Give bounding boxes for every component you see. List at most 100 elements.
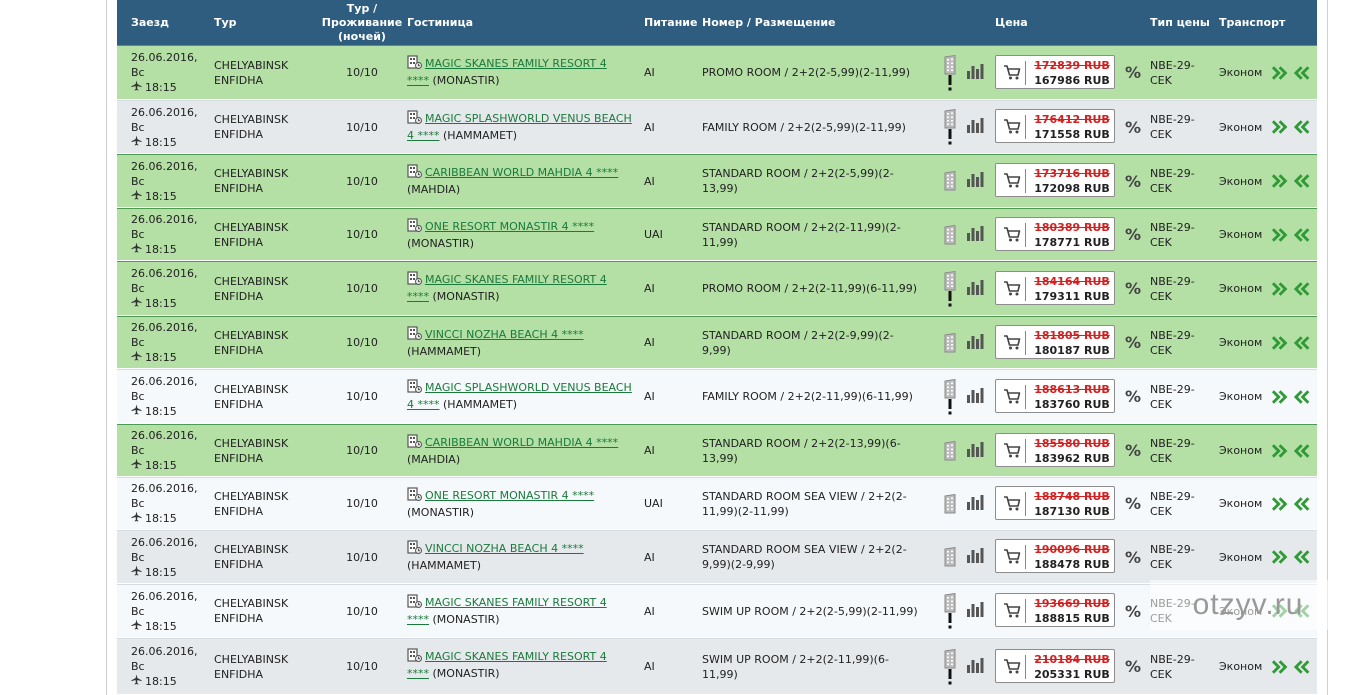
hotel-info-icon[interactable] [407,648,422,666]
hotel-link[interactable]: VINCCI NOZHA BEACH 4 **** [425,542,584,555]
discount-percent-icon[interactable]: % [1124,209,1142,260]
table-row[interactable]: 26.06.2016, Вс 18:15 CHELYABINSK ENFIDHA 10/… [117,208,1317,261]
hotel-link[interactable]: MAGIC SPLASHWORLD VENUS BEACH 4 **** [407,381,632,411]
price-chart-icon[interactable] [966,546,984,568]
flight-arrows-icon[interactable] [1272,425,1316,476]
discount-percent-icon[interactable]: % [1124,370,1142,423]
header-price[interactable]: Цена [995,0,1055,45]
hotel-building-icon[interactable] [942,547,958,567]
hotel-info-icon[interactable] [407,218,422,236]
flight-arrows-icon[interactable] [1272,478,1316,529]
price-chart-icon[interactable] [966,170,984,192]
hotel-building-icon[interactable] [942,593,958,613]
price-chart-icon[interactable] [966,62,984,84]
price-cart-button[interactable]: 181805 RUB 180187 RUB [995,324,1115,359]
hotel-link[interactable]: VINCCI NOZHA BEACH 4 **** [425,328,584,341]
price-cart-button[interactable]: 173716 RUB 172098 RUB [995,163,1115,197]
flight-arrows-icon[interactable] [1272,639,1316,694]
header-hotel[interactable]: Гостиница [407,0,607,45]
header-tour[interactable]: Тур [214,0,314,45]
price-chart-icon[interactable] [966,656,984,678]
header-food[interactable]: Питание [644,0,699,45]
table-row[interactable]: 26.06.2016, Вс 18:15 CHELYABINSK ENFIDHA 10/… [117,638,1317,695]
discount-percent-icon[interactable]: % [1124,317,1142,368]
hotel-info-icon[interactable] [407,326,422,344]
table-row[interactable]: 26.06.2016, Вс 18:15 CHELYABINSK ENFIDHA 10/… [117,316,1317,369]
discount-percent-icon[interactable]: % [1124,425,1142,476]
hotel-info-icon[interactable] [407,164,422,182]
flight-arrows-icon[interactable] [1272,101,1316,153]
discount-percent-icon[interactable]: % [1124,531,1142,583]
hotel-info-icon[interactable] [407,540,422,558]
discount-percent-icon[interactable]: % [1124,639,1142,694]
hotel-building-icon[interactable] [942,270,958,291]
header-nights[interactable]: Тур / Проживание (ночей) [322,0,402,45]
flight-arrows-icon[interactable] [1272,46,1316,99]
table-row[interactable]: 26.06.2016, Вс 18:15 CHELYABINSK ENFIDHA 10/… [117,154,1317,208]
hotel-info-icon[interactable] [407,487,422,505]
table-row[interactable]: 26.06.2016, Вс 18:15 CHELYABINSK ENFIDHA 10/… [117,100,1317,154]
price-chart-icon[interactable] [966,440,984,462]
table-row[interactable]: 26.06.2016, Вс 18:15 CHELYABINSK ENFIDHA 10/… [117,477,1317,530]
header-date[interactable]: Заезд [131,0,211,45]
price-chart-icon[interactable] [966,224,984,246]
hotel-building-icon[interactable] [942,332,958,353]
price-chart-icon[interactable] [966,386,984,408]
table-row[interactable]: 26.06.2016, Вс 18:15 CHELYABINSK ENFIDHA 10/… [117,45,1317,100]
flight-arrows-icon[interactable] [1272,531,1316,583]
hotel-info-icon[interactable] [407,379,422,397]
price-chart-icon[interactable] [966,332,984,354]
price-cart-button[interactable]: 185580 RUB 183962 RUB [995,432,1115,467]
flight-arrows-icon[interactable] [1272,317,1316,368]
discount-percent-icon[interactable]: % [1124,585,1142,637]
hotel-link[interactable]: MAGIC SPLASHWORLD VENUS BEACH 4 **** [407,112,632,142]
price-chart-icon[interactable] [966,278,984,300]
hotel-link[interactable]: ONE RESORT MONASTIR 4 **** [425,220,594,233]
price-cart-button[interactable]: 184164 RUB 179311 RUB [995,270,1115,305]
price-cart-button[interactable]: 188613 RUB 183760 RUB [995,378,1115,413]
price-chart-icon[interactable] [966,116,984,138]
hotel-building-icon[interactable] [942,171,958,191]
flight-arrows-icon[interactable] [1272,370,1316,423]
table-row[interactable]: 26.06.2016, Вс 18:15 CHELYABINSK ENFIDHA 10/… [117,584,1317,638]
hotel-link[interactable]: ONE RESORT MONASTIR 4 **** [425,489,594,502]
hotel-building-icon[interactable] [942,224,958,245]
table-row[interactable]: 26.06.2016, Вс 18:15 CHELYABINSK ENFIDHA 10/… [117,530,1317,584]
hotel-building-icon[interactable] [942,648,958,669]
table-row[interactable]: 26.06.2016, Вс 18:15 CHELYABINSK ENFIDHA 10/… [117,369,1317,424]
table-row[interactable]: 26.06.2016, Вс 18:15 CHELYABINSK ENFIDHA 10/… [117,424,1317,477]
hotel-info-icon[interactable] [407,594,422,612]
discount-percent-icon[interactable]: % [1124,46,1142,99]
hotel-building-icon[interactable] [942,493,958,514]
price-cart-button[interactable]: 193669 RUB 188815 RUB [995,593,1115,627]
price-cart-button[interactable]: 210184 RUB 205331 RUB [995,648,1115,683]
price-cart-button[interactable]: 180389 RUB 178771 RUB [995,216,1115,251]
price-chart-icon[interactable] [966,600,984,622]
discount-percent-icon[interactable]: % [1124,155,1142,207]
price-cart-button[interactable]: 188748 RUB 187130 RUB [995,485,1115,520]
flight-arrows-icon[interactable] [1272,262,1316,315]
hotel-info-icon[interactable] [407,55,422,73]
hotel-building-icon[interactable] [942,440,958,461]
price-cart-button[interactable]: 176412 RUB 171558 RUB [995,109,1115,143]
price-cart-button[interactable]: 190096 RUB 188478 RUB [995,539,1115,573]
hotel-link[interactable]: CARIBBEAN WORLD MAHDIA 4 **** [425,166,618,179]
hotel-building-icon[interactable] [942,109,958,129]
flight-arrows-icon[interactable] [1272,155,1316,207]
hotel-info-icon[interactable] [407,271,422,289]
hotel-info-icon[interactable] [407,434,422,452]
header-room[interactable]: Номер / Размещение [702,0,902,45]
row-icons [939,317,987,368]
price-chart-icon[interactable] [966,493,984,515]
hotel-building-icon[interactable] [942,378,958,399]
hotel-link[interactable]: CARIBBEAN WORLD MAHDIA 4 **** [425,436,618,449]
discount-percent-icon[interactable]: % [1124,478,1142,529]
hotel-building-icon[interactable] [942,54,958,75]
table-row[interactable]: 26.06.2016, Вс 18:15 CHELYABINSK ENFIDHA 10/… [117,261,1317,316]
tour-from: CHELYABINSK [214,167,289,180]
price-cart-button[interactable]: 172839 RUB 167986 RUB [995,54,1115,89]
discount-percent-icon[interactable]: % [1124,262,1142,315]
discount-percent-icon[interactable]: % [1124,101,1142,153]
hotel-info-icon[interactable] [407,110,422,128]
flight-arrows-icon[interactable] [1272,209,1316,260]
